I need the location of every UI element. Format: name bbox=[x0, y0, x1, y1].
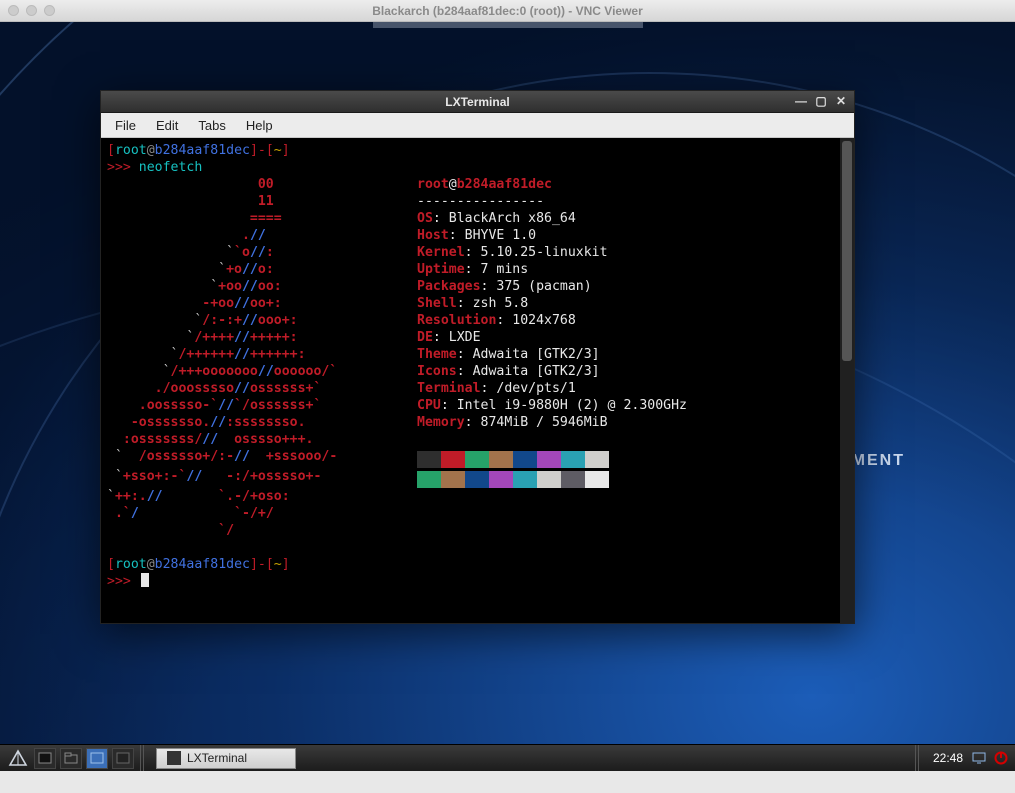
terminal-cursor bbox=[141, 573, 149, 587]
task-label: LXTerminal bbox=[187, 751, 247, 765]
close-dot[interactable] bbox=[8, 5, 19, 16]
window-maximize-button[interactable]: ▢ bbox=[814, 94, 828, 108]
scrollbar-thumb[interactable] bbox=[842, 141, 852, 361]
taskbar-task-lxterminal[interactable]: LXTerminal bbox=[156, 748, 296, 769]
window-close-button[interactable]: ✕ bbox=[834, 94, 848, 108]
display-icon[interactable] bbox=[971, 750, 987, 766]
window-titlebar[interactable]: LXTerminal — ▢ ✕ bbox=[101, 91, 854, 113]
window-title: LXTerminal bbox=[445, 95, 509, 109]
app-menu-button[interactable] bbox=[4, 747, 32, 770]
terminal-window: LXTerminal — ▢ ✕ File Edit Tabs Help [ro… bbox=[100, 90, 855, 624]
window-minimize-button[interactable]: — bbox=[794, 94, 808, 108]
menubar: File Edit Tabs Help bbox=[101, 113, 854, 138]
terminal-content[interactable]: [root@b284aaf81dec]-[~]>>> neofetch 00 r… bbox=[101, 138, 840, 623]
menu-file[interactable]: File bbox=[107, 116, 144, 135]
panel-separator[interactable] bbox=[140, 745, 146, 771]
window-controls bbox=[8, 5, 55, 16]
terminal-scrollbar[interactable] bbox=[840, 138, 854, 623]
vnc-window-title: Blackarch (b284aaf81dec:0 (root)) - VNC … bbox=[8, 4, 1007, 18]
menu-tabs[interactable]: Tabs bbox=[190, 116, 233, 135]
vnc-top-handle[interactable] bbox=[373, 22, 643, 28]
terminal-icon bbox=[167, 751, 181, 765]
menu-help[interactable]: Help bbox=[238, 116, 281, 135]
menu-edit[interactable]: Edit bbox=[148, 116, 186, 135]
zoom-dot[interactable] bbox=[44, 5, 55, 16]
taskbar: LXTerminal 22:48 bbox=[0, 744, 1015, 771]
workspace-1-button[interactable] bbox=[86, 748, 108, 769]
window-buttons: — ▢ ✕ bbox=[794, 94, 848, 108]
vnc-titlebar: Blackarch (b284aaf81dec:0 (root)) - VNC … bbox=[0, 0, 1015, 22]
remote-desktop[interactable]: MENT LXTerminal — ▢ ✕ File Edit Tabs Hel… bbox=[0, 22, 1015, 771]
panel-clock[interactable]: 22:48 bbox=[925, 751, 971, 765]
show-desktop-button[interactable] bbox=[34, 748, 56, 769]
wallpaper-text-fragment: MENT bbox=[852, 452, 905, 470]
workspace-2-button[interactable] bbox=[112, 748, 134, 769]
panel-separator[interactable] bbox=[915, 745, 921, 771]
power-button[interactable] bbox=[993, 750, 1009, 766]
file-manager-button[interactable] bbox=[60, 748, 82, 769]
minimize-dot[interactable] bbox=[26, 5, 37, 16]
system-tray bbox=[971, 750, 1015, 766]
